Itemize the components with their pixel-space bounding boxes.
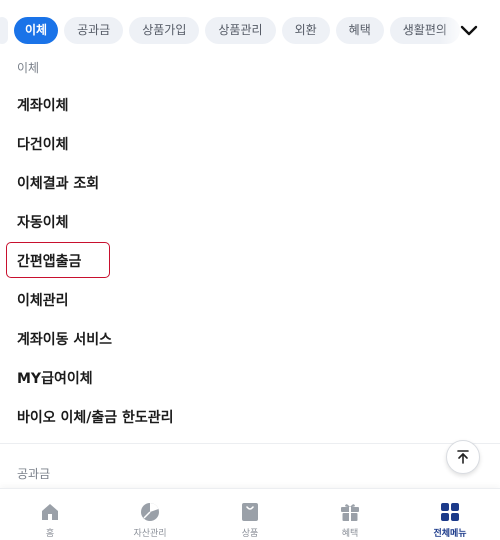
section-title-bills: 공과금	[17, 467, 51, 481]
menu-item-multi-transfer[interactable]: 다건이체	[0, 124, 500, 163]
section-divider	[0, 443, 500, 444]
menu-item-easy-app-withdrawal[interactable]: 간편앱출금	[0, 241, 500, 280]
arrow-up-icon	[457, 450, 469, 464]
nav-label-asset-manage: 자산관리	[133, 529, 167, 539]
gift-icon	[339, 501, 361, 523]
tab-bills[interactable]: 공과금	[64, 17, 124, 44]
menu-item-transfer-result[interactable]: 이체결과 조회	[0, 163, 500, 202]
highlight-box	[6, 242, 110, 278]
tab-foreign-exchange[interactable]: 외환	[281, 17, 330, 44]
expand-tabs-button[interactable]	[458, 20, 480, 42]
tab-partial-left[interactable]	[0, 17, 8, 44]
nav-label-all-menu: 전체메뉴	[433, 529, 467, 539]
menu-item-transfer-manage[interactable]: 이체관리	[0, 280, 500, 319]
pie-chart-icon	[139, 501, 161, 523]
tab-transfer[interactable]: 이체	[14, 17, 59, 44]
nav-item-benefits[interactable]: 혜택	[300, 489, 400, 540]
bottom-nav: 홈 자산관리 상품 혜택 전체메뉴	[0, 488, 500, 540]
menu-item-bio-limit-manage[interactable]: 바이오 이체/출금 한도관리	[0, 397, 500, 436]
section-title-transfer: 이체	[17, 61, 40, 75]
nav-item-asset-manage[interactable]: 자산관리	[100, 489, 200, 540]
tab-product-manage[interactable]: 상품관리	[205, 17, 276, 44]
nav-item-products[interactable]: 상품	[200, 489, 300, 540]
nav-item-all-menu[interactable]: 전체메뉴	[400, 489, 500, 540]
tab-product-signup[interactable]: 상품가입	[129, 17, 200, 44]
nav-item-home[interactable]: 홈	[0, 489, 100, 540]
nav-label-benefits: 혜택	[341, 529, 359, 539]
chevron-down-icon	[460, 25, 478, 36]
menu-item-auto-transfer[interactable]: 자동이체	[0, 202, 500, 241]
grid-menu-icon	[439, 501, 461, 523]
transfer-menu-list: 계좌이체 다건이체 이체결과 조회 자동이체 간편앱출금 이체관리 계좌이동 서…	[0, 85, 500, 436]
nav-label-home: 홈	[45, 529, 55, 539]
shopping-bag-icon	[239, 501, 261, 523]
scroll-to-top-button[interactable]	[446, 440, 480, 474]
menu-item-account-switch[interactable]: 계좌이동 서비스	[0, 319, 500, 358]
nav-label-products: 상품	[241, 529, 259, 539]
menu-item-my-salary-transfer[interactable]: MY급여이체	[0, 358, 500, 397]
category-chips: 이체 공과금 상품가입 상품관리 외환 혜택 생활편의 모	[0, 17, 500, 44]
home-icon	[39, 501, 61, 523]
tab-benefits[interactable]: 혜택	[335, 17, 384, 44]
menu-item-account-transfer[interactable]: 계좌이체	[0, 85, 500, 124]
category-tab-bar: 이체 공과금 상품가입 상품관리 외환 혜택 생활편의 모	[0, 0, 500, 62]
